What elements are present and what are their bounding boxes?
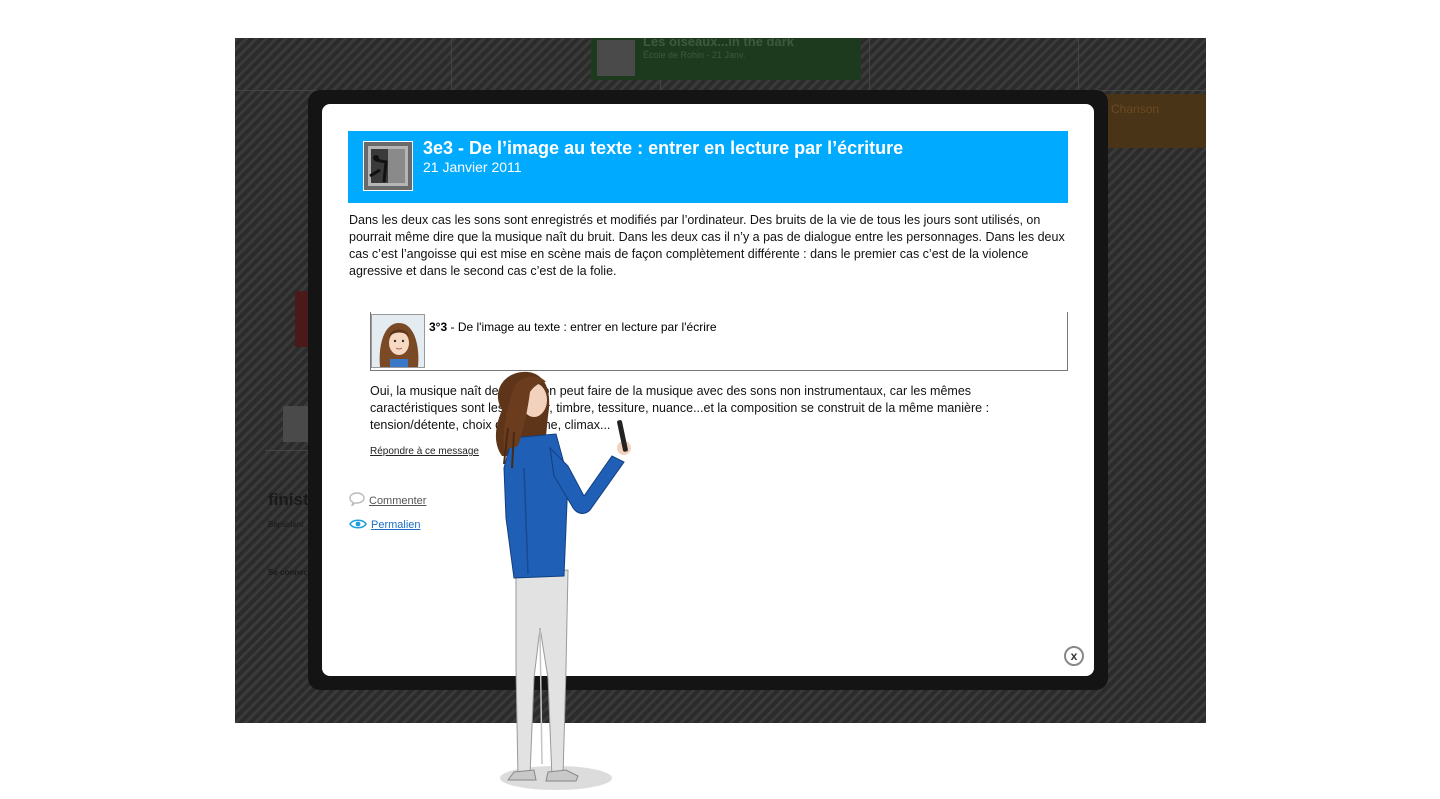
comment-label: Commenter xyxy=(369,495,427,507)
permalink-label: Permalien xyxy=(371,519,421,531)
comment-button[interactable]: Commenter xyxy=(349,492,426,509)
comment-reference: 3°3 - De l'image au texte : entrer en le… xyxy=(429,320,717,334)
comment-ref-number: 3°3 xyxy=(429,320,448,334)
bg-small-text: Bapsidant xyxy=(268,520,304,529)
speech-bubble-icon xyxy=(349,492,365,509)
post-header: 3e3 - De l’image au texte : entrer en le… xyxy=(348,131,1068,203)
bg-featured-subtitle: École de Rohin - 21 Janv. xyxy=(643,50,746,60)
bg-category-label: Chanson xyxy=(1111,102,1160,116)
comment-text: Oui, la musique naît de bruit. L’on peut… xyxy=(370,384,990,432)
bg-divider xyxy=(451,38,452,90)
comment-ref-text: - De l'image au texte : entrer en lectur… xyxy=(447,320,717,334)
comment-header: 3°3 - De l'image au texte : entrer en le… xyxy=(370,312,1068,371)
bg-featured-thumbnail xyxy=(597,40,635,76)
mascot-illustration xyxy=(484,368,644,794)
bg-featured-title: Les oiseaux...in the dark xyxy=(643,38,794,49)
post-date: 21 Janvier 2011 xyxy=(423,159,522,175)
bg-featured-post: Les oiseaux...in the dark École de Rohin… xyxy=(591,38,861,80)
bg-divider xyxy=(869,38,870,90)
eye-icon xyxy=(349,518,367,533)
post-body: Dans les deux cas les sons sont enregist… xyxy=(349,213,1065,278)
reply-link[interactable]: Répondre à ce message xyxy=(370,446,479,457)
bg-divider xyxy=(1078,38,1079,90)
close-icon: x xyxy=(1070,649,1078,663)
post-modal: 3e3 - De l’image au texte : entrer en le… xyxy=(322,104,1094,676)
close-button[interactable]: x xyxy=(1064,646,1084,666)
post-title: 3e3 - De l’image au texte : entrer en le… xyxy=(423,138,904,158)
permalink-button[interactable]: Permalien xyxy=(349,518,421,533)
post-thumbnail xyxy=(363,141,413,191)
avatar xyxy=(371,314,425,368)
